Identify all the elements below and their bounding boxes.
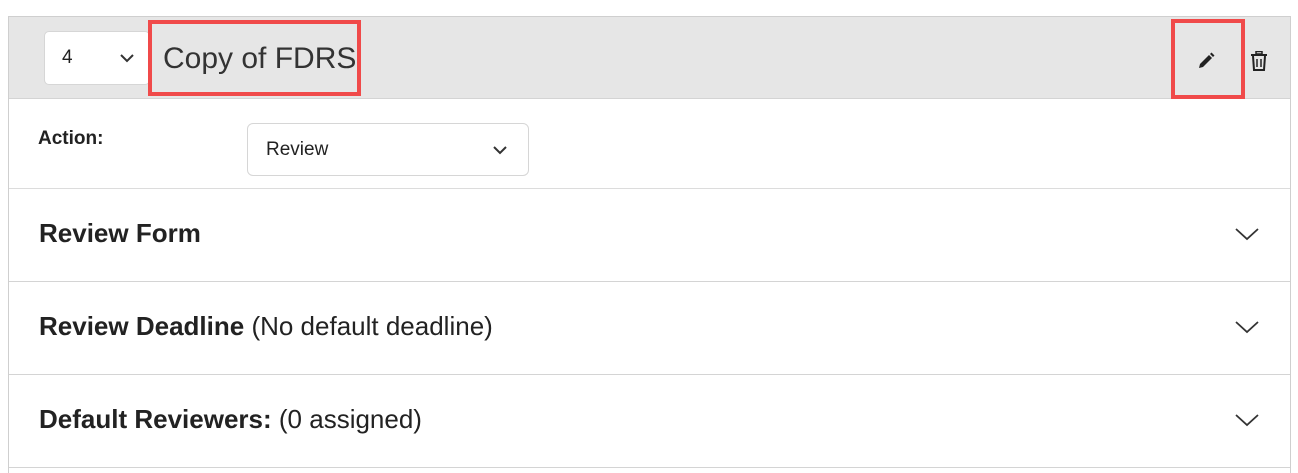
stage-header: 4 Copy of FDRS <box>9 17 1290 99</box>
stage-title: Copy of FDRS <box>163 42 357 75</box>
section-title-label: Default Reviewers: <box>39 404 272 434</box>
section-default-reviewers[interactable]: Default Reviewers: (0 assigned) <box>9 375 1290 468</box>
order-select[interactable]: 4 <box>44 31 150 85</box>
section-title: Default Reviewers: (0 assigned) <box>39 404 422 435</box>
chevron-down-icon[interactable] <box>1234 225 1260 243</box>
order-value: 4 <box>62 47 73 68</box>
action-select[interactable]: Review <box>247 123 529 176</box>
section-title-detail: (0 assigned) <box>278 404 422 434</box>
chevron-down-icon <box>120 54 134 63</box>
section-title-detail: (No default deadline) <box>251 311 493 341</box>
chevron-down-icon[interactable] <box>1234 411 1260 429</box>
action-label: Action: <box>38 128 104 149</box>
chevron-down-icon <box>493 146 507 155</box>
stage-panel: 4 Copy of FDRS Action: Review Review For… <box>8 16 1291 473</box>
chevron-down-icon[interactable] <box>1234 318 1260 336</box>
delete-button[interactable] <box>1247 48 1271 74</box>
section-title: Review Form <box>39 218 201 249</box>
section-title: Review Deadline (No default deadline) <box>39 311 493 342</box>
section-review-form[interactable]: Review Form <box>9 189 1290 282</box>
action-row: Action: Review <box>9 100 1290 189</box>
section-title-label: Review Form <box>39 218 201 248</box>
pencil-icon <box>1199 52 1215 68</box>
trash-icon <box>1251 51 1267 71</box>
section-title-label: Review Deadline <box>39 311 245 341</box>
section-review-deadline[interactable]: Review Deadline (No default deadline) <box>9 282 1290 375</box>
action-selected-value: Review <box>266 138 329 160</box>
edit-button[interactable] <box>1194 49 1218 73</box>
